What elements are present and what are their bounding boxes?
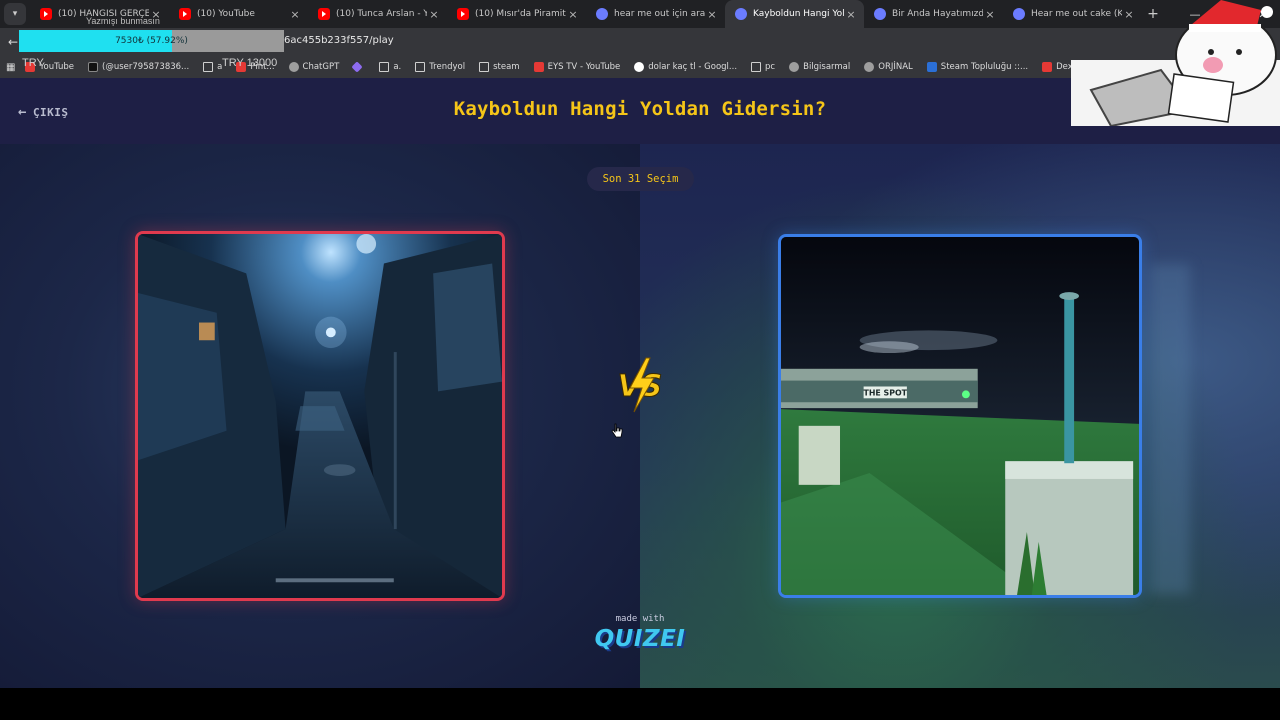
bookmark-item[interactable]: Bilgisarmal (789, 62, 850, 72)
bookmark-label: Trendyol (429, 62, 466, 72)
bookmark-icon (88, 62, 99, 72)
bookmark-item[interactable]: steam (479, 62, 520, 72)
quiz-icon (735, 8, 747, 20)
round-badge: Son 31 Seçim (587, 167, 694, 191)
quiz-icon (874, 8, 886, 20)
progress-text: 7530₺ (57.92%) (115, 36, 188, 46)
bookmark-label: YouTube (39, 62, 75, 72)
quiz-icon (1013, 8, 1025, 20)
bookmark-icon (864, 62, 875, 72)
youtube-icon (179, 8, 191, 20)
youtube-icon (318, 8, 330, 20)
close-tab-icon[interactable]: × (844, 8, 858, 21)
bookmark-item[interactable]: Trendyol (415, 62, 465, 72)
folder-icon (479, 62, 490, 72)
overlay-try-left: TRY (22, 57, 44, 69)
bookmark-item[interactable]: a. (379, 62, 401, 72)
bookmark-icon (1042, 62, 1053, 72)
bookmark-icon (533, 62, 544, 72)
vs-lightning-icon: VS (617, 357, 663, 413)
folder-icon (379, 62, 390, 72)
overlay-try-right: TRY 13000 (222, 57, 278, 69)
hand-cursor-icon (611, 423, 623, 438)
abandoned-mall-image: THE SPOT (781, 237, 1139, 595)
youtube-icon (40, 8, 52, 20)
the-spot-sign: THE SPOT (863, 388, 907, 397)
bookmark-label: Steam Topluluğu ::... (940, 62, 1029, 72)
bookmark-icon (926, 62, 937, 72)
bookmark-item[interactable]: ChatGPT (288, 62, 340, 72)
donation-progress-bar: 7530₺ (57.92%) (19, 30, 284, 52)
quiz-icon (596, 8, 608, 20)
option-card-right[interactable]: THE SPOT (778, 234, 1142, 598)
browser-tab[interactable]: Kayboldun Hangi Yoldan× (725, 0, 864, 28)
close-tab-icon[interactable]: × (705, 8, 719, 21)
folder-icon (751, 62, 762, 72)
bookmark-label: EYS TV - YouTube (547, 62, 621, 72)
quiz-page: ← ÇIKIŞ Kayboldun Hangi Yoldan Gidersin?… (0, 78, 1280, 688)
browser-tab[interactable]: (10) Tunca Arslan - YouTu× (308, 0, 447, 28)
bookmark-label: pc (765, 62, 776, 72)
browser-tab[interactable]: hear me out için arama so× (586, 0, 725, 28)
bookmark-icon (634, 62, 645, 72)
bookmark-item[interactable]: Steam Topluluğu ::... (926, 62, 1029, 72)
bookmark-item[interactable] (351, 61, 365, 73)
browser-tab[interactable]: (10) Mısır'da Piramitlerin× (447, 0, 586, 28)
tab-title: Kayboldun Hangi Yoldan (753, 9, 844, 19)
dark-alley-image (138, 234, 502, 598)
bookmark-item[interactable]: a (203, 62, 222, 72)
bookmark-label: dolar kaç tl - Googl... (648, 62, 738, 72)
bookmark-item[interactable]: (@user795873836... (88, 62, 189, 72)
apps-grid-icon[interactable]: ▦ (6, 62, 15, 73)
bookmark-label: Bilgisarmal (803, 62, 851, 72)
bookmark-list: YouTube (@user795873836... a Pint... ChatGPT… (25, 61, 1181, 73)
tab-title: (10) YouTube (197, 9, 255, 19)
bookmark-icon (351, 61, 363, 73)
bookmark-icon (789, 62, 800, 72)
folder-icon (203, 62, 214, 72)
bookmark-item[interactable]: pc (751, 62, 775, 72)
tab-title: Bir Anda Hayatımızdan Ç (892, 9, 983, 19)
tab-title: hear me out için arama so (614, 9, 705, 19)
youtube-icon (457, 8, 469, 20)
close-tab-icon[interactable]: × (983, 8, 997, 21)
close-tab-icon[interactable]: × (566, 8, 580, 21)
bookmark-label: steam (493, 62, 520, 72)
streamer-cat-sticker (1071, 0, 1280, 126)
close-tab-icon[interactable]: × (288, 8, 302, 21)
bookmark-label: a. (393, 62, 402, 72)
tab-strip: (10) HANGİSİ GERÇEK ESE×(10) YouTube×(10… (30, 0, 1142, 28)
bookmark-label: ORJİNAL (878, 62, 913, 72)
bookmark-item[interactable]: ORJİNAL (864, 62, 913, 72)
option-card-left[interactable] (135, 231, 505, 601)
folder-icon (415, 62, 426, 72)
overlay-caption: Yazmışı bunmasın (86, 16, 160, 26)
browser-tab[interactable]: (10) YouTube × (169, 0, 308, 28)
bookmark-item[interactable]: dolar kaç tl - Googl... (634, 62, 737, 72)
bookmark-label: (@user795873836... (102, 62, 190, 72)
quizei-logo[interactable]: QUIZEI (560, 626, 720, 652)
close-tab-icon[interactable]: × (427, 8, 441, 21)
url-text[interactable]: 6ac455b233f557/play (284, 35, 394, 46)
bookmark-item[interactable]: EYS TV - YouTube (533, 62, 621, 72)
browser-tab[interactable]: Bir Anda Hayatımızdan Ç× (864, 0, 1003, 28)
bookmark-icon (288, 62, 299, 72)
made-with-label: made with (615, 614, 665, 624)
bookmark-label: ChatGPT (302, 62, 340, 72)
tab-title: (10) Tunca Arslan - YouTu (336, 9, 427, 19)
tab-search-button[interactable]: ▾ (4, 3, 26, 25)
bottom-letterbox (0, 688, 1280, 720)
tab-title: (10) Mısır'da Piramitlerin (475, 9, 566, 19)
